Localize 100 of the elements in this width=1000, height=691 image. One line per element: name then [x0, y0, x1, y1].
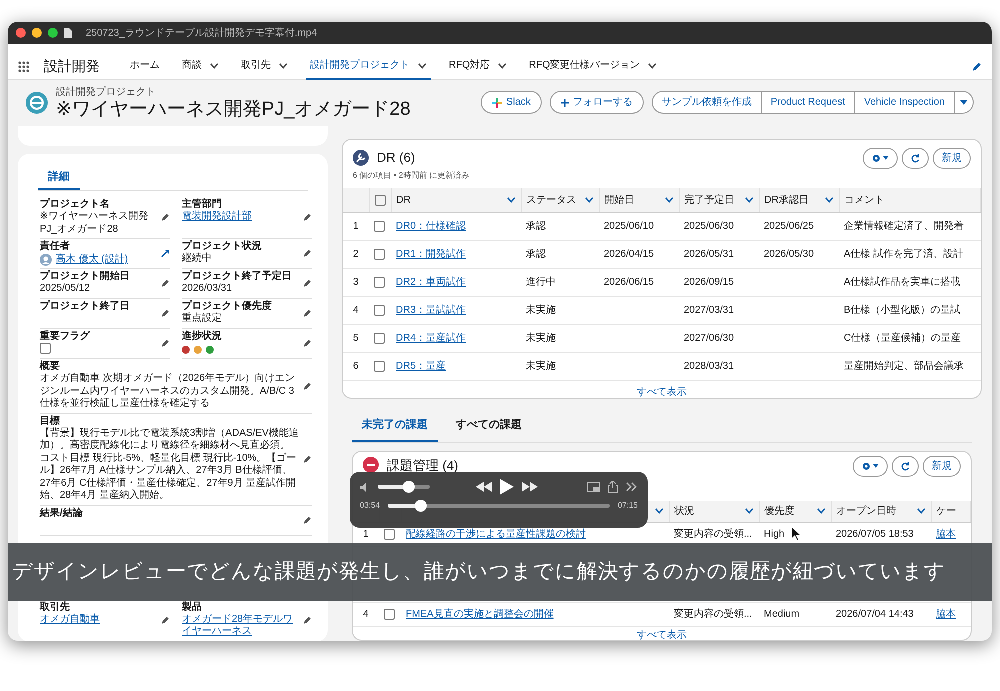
column-header[interactable]: DR: [396, 192, 411, 208]
row-checkbox[interactable]: [374, 220, 385, 232]
refresh-button[interactable]: [892, 456, 919, 477]
record-link[interactable]: DR2：車両試作: [396, 276, 466, 288]
nav-tab[interactable]: 取引先: [237, 54, 292, 80]
chevron-down-icon[interactable]: [210, 62, 219, 68]
share-icon[interactable]: [608, 481, 618, 493]
nav-tab[interactable]: RFQ変更仕様バージョン: [525, 54, 662, 80]
edit-icon[interactable]: [303, 382, 312, 391]
nav-tab[interactable]: 商談: [178, 54, 223, 80]
slider-handle[interactable]: [415, 500, 428, 512]
edit-icon[interactable]: [303, 279, 312, 288]
refresh-button[interactable]: [902, 148, 929, 169]
action-button[interactable]: サンプル依頼を作成: [652, 91, 762, 114]
play-icon[interactable]: [500, 479, 514, 495]
record-link[interactable]: 配線経路の干渉による量産性課題の検討: [406, 529, 586, 540]
row-checkbox[interactable]: [374, 248, 385, 260]
chevron-down-icon[interactable]: [498, 62, 508, 68]
record-link[interactable]: DR4：量産試作: [396, 332, 466, 344]
chevron-down-icon[interactable]: [279, 62, 288, 68]
record-link[interactable]: DR3：量試試作: [396, 304, 466, 316]
row-checkbox[interactable]: [374, 276, 385, 288]
row-checkbox[interactable]: [384, 609, 395, 620]
duration-time: 07:15: [618, 500, 638, 512]
chevron-down-icon[interactable]: [816, 508, 826, 514]
tab[interactable]: 未完了の課題: [352, 411, 438, 442]
view-all-link[interactable]: すべて表示: [637, 384, 687, 398]
row-checkbox[interactable]: [374, 360, 385, 372]
chevron-down-icon[interactable]: [418, 62, 427, 68]
chevron-down-icon[interactable]: [654, 508, 664, 514]
table-cell: 未実施: [526, 360, 556, 372]
edit-icon[interactable]: [303, 454, 312, 464]
new-button[interactable]: 新規: [923, 456, 961, 477]
select-all-checkbox[interactable]: [374, 194, 386, 206]
view-all-link[interactable]: すべて表示: [637, 628, 687, 640]
field-label: プロジェクト開始日: [40, 271, 131, 284]
user-link[interactable]: 脇本: [936, 609, 956, 620]
chevron-down-icon[interactable]: [584, 197, 594, 204]
edit-icon[interactable]: [161, 279, 170, 288]
tab[interactable]: すべての課題: [446, 411, 532, 442]
row-checkbox[interactable]: [374, 304, 385, 316]
edit-icon[interactable]: [161, 339, 170, 348]
edit-icon[interactable]: [161, 213, 170, 222]
chevron-down-icon[interactable]: [824, 197, 834, 204]
edit-icon[interactable]: [161, 309, 170, 318]
chevron-down-icon[interactable]: [744, 197, 754, 204]
edit-icon[interactable]: [972, 62, 982, 72]
edit-icon[interactable]: [161, 616, 170, 625]
picture-in-picture-icon[interactable]: [587, 482, 600, 492]
new-button[interactable]: 新規: [933, 148, 971, 169]
nav-tab[interactable]: ホーム: [126, 54, 164, 80]
edit-icon[interactable]: [303, 516, 312, 525]
record-link[interactable]: DR1：開発試作: [396, 248, 466, 260]
rewind-icon[interactable]: [476, 482, 492, 492]
action-button[interactable]: Product Request: [762, 91, 856, 114]
details-tab[interactable]: 詳細: [38, 166, 80, 190]
table-cell: 2027/03/31: [684, 304, 734, 316]
user-link[interactable]: 脇本: [936, 529, 956, 540]
field-label: 責任者: [40, 241, 71, 254]
record-link[interactable]: DR5：量産: [396, 360, 446, 372]
more-actions-button[interactable]: [955, 91, 974, 114]
fast-forward-icon[interactable]: [522, 482, 538, 492]
record-link[interactable]: オメガ自動車: [40, 614, 100, 626]
table-cell: 2026/05/31: [684, 248, 734, 260]
row-checkbox[interactable]: [374, 332, 385, 344]
nav-tab[interactable]: 設計開発プロジェクト: [306, 54, 431, 80]
table-cell: 未実施: [526, 304, 556, 316]
table-cell: 2026/04/15: [604, 248, 654, 260]
checkbox[interactable]: [40, 343, 51, 354]
edit-icon[interactable]: [303, 339, 312, 348]
record-link[interactable]: オメガード28年モデルワイヤーハーネス: [182, 614, 299, 639]
more-icon[interactable]: [626, 482, 638, 492]
chevron-down-icon[interactable]: [648, 62, 658, 68]
field-label: 製品: [182, 602, 203, 614]
follow-button[interactable]: フォローする: [550, 91, 644, 114]
column-header[interactable]: コメント: [844, 192, 884, 208]
settings-button[interactable]: [863, 148, 898, 169]
chevron-down-icon[interactable]: [664, 197, 674, 204]
slider-handle[interactable]: [403, 481, 416, 493]
chevron-down-icon[interactable]: [744, 508, 754, 514]
record-link[interactable]: DR0：仕様確認: [396, 220, 466, 232]
change-owner-icon[interactable]: [161, 249, 170, 258]
edit-icon[interactable]: [303, 213, 312, 222]
edit-icon[interactable]: [303, 616, 312, 625]
edit-icon[interactable]: [303, 249, 312, 258]
column-header[interactable]: 状況: [674, 504, 694, 519]
app-launcher-icon[interactable]: [18, 60, 30, 72]
chevron-down-icon[interactable]: [916, 508, 926, 514]
nav-tab[interactable]: RFQ対応: [445, 54, 512, 80]
user-link[interactable]: 高木 優太 (設計): [56, 254, 128, 266]
table-cell: 進行中: [526, 276, 556, 288]
row-checkbox[interactable]: [384, 529, 395, 540]
edit-icon[interactable]: [303, 309, 312, 318]
action-button[interactable]: Vehicle Inspection: [855, 91, 955, 114]
table-cell: Medium: [764, 609, 800, 620]
settings-button[interactable]: [853, 456, 888, 477]
record-link[interactable]: FMEA見直の実施と調整会の開催: [406, 609, 554, 620]
slack-button[interactable]: Slack: [481, 91, 542, 114]
chevron-down-icon[interactable]: [506, 197, 516, 204]
record-link[interactable]: 電装開発設計部: [182, 211, 252, 224]
